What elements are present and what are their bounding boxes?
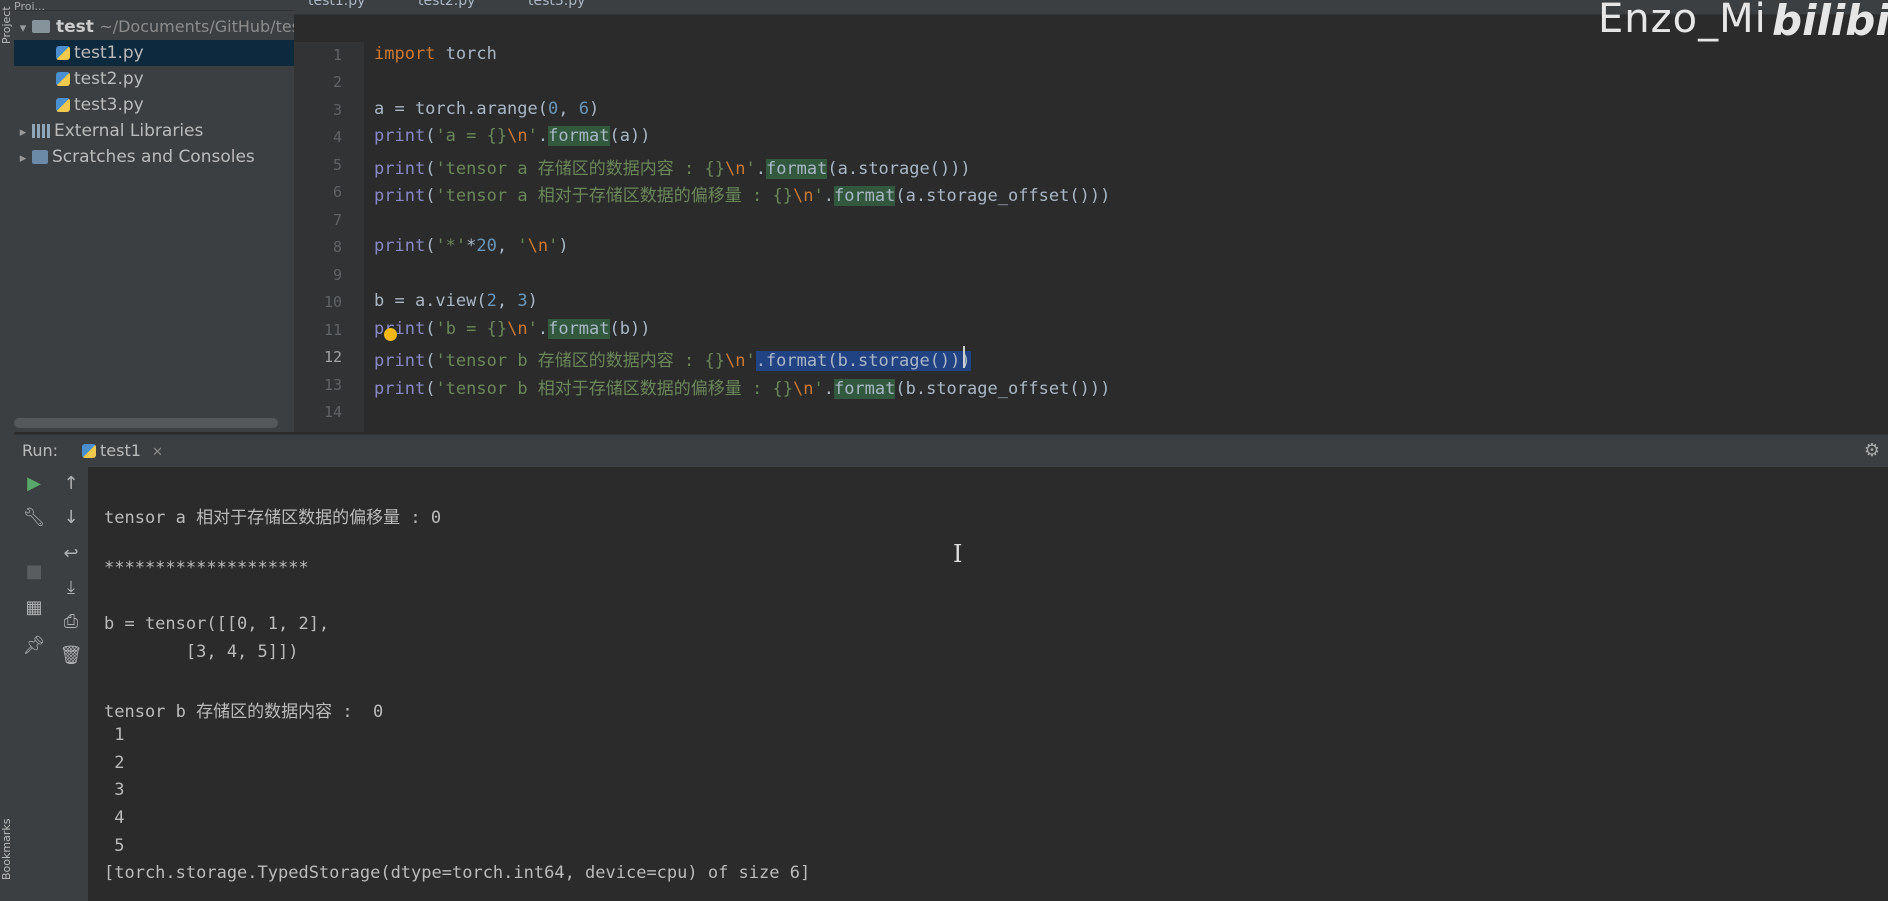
text-cursor-icon: I — [953, 540, 963, 568]
console-line: ******************** — [104, 558, 309, 578]
code-line-8: print('*'*20, '\n') — [374, 236, 569, 256]
text-caret — [963, 346, 965, 368]
python-file-icon — [56, 72, 70, 86]
print-icon[interactable]: ⎙ — [54, 611, 88, 632]
scratches-icon — [32, 150, 48, 164]
console-line: [3, 4, 5]]) — [104, 642, 299, 662]
line-number: 3 — [332, 101, 342, 119]
run-tab-label: test1 — [100, 441, 141, 460]
project-toolbar: Proj... — [14, 0, 294, 11]
tree-item-label: test — [56, 17, 94, 37]
line-number: 7 — [332, 211, 342, 229]
bilibili-logo: bilibili — [1772, 0, 1888, 45]
tree-root-test[interactable]: ▾ test ~/Documents/GitHub/tes — [14, 14, 294, 40]
line-number: 10 — [323, 293, 342, 311]
library-icon — [32, 124, 50, 138]
line-number: 2 — [332, 73, 342, 91]
python-file-icon — [56, 98, 70, 112]
chevron-right-icon[interactable]: ▸ — [14, 146, 32, 172]
tree-item-test3[interactable]: test3.py — [14, 92, 294, 118]
line-number: 6 — [332, 183, 342, 201]
python-icon — [82, 444, 96, 458]
selected-text: .format(b.storage())) — [755, 351, 971, 371]
project-tool-tab[interactable]: Project — [0, 0, 14, 44]
tree-item-external-libraries[interactable]: ▸ External Libraries — [14, 118, 294, 144]
folder-icon — [32, 20, 50, 33]
line-number: 9 — [332, 266, 342, 284]
trash-icon[interactable]: 🗑︎ — [54, 645, 88, 666]
console-line: 1 — [104, 725, 125, 745]
line-number: 14 — [323, 403, 342, 421]
tree-item-label: External Libraries — [54, 121, 204, 141]
line-number: 13 — [323, 376, 342, 394]
console-line: 4 — [104, 808, 125, 828]
chevron-right-icon[interactable]: ▸ — [14, 120, 32, 146]
tab-test3[interactable]: test3.py — [528, 0, 585, 14]
project-toolbar-title[interactable]: Proj... — [14, 0, 45, 10]
tree-item-test2[interactable]: test2.py — [14, 66, 294, 92]
code-line-1: import torch — [374, 44, 497, 64]
line-number-current: 12 — [323, 348, 342, 366]
watermark-text: Enzo_Mi — [1598, 0, 1767, 42]
wrench-icon[interactable]: 🔧︎ — [14, 507, 54, 528]
tree-item-scratches[interactable]: ▸ Scratches and Consoles — [14, 144, 294, 170]
code-line-3: a = torch.arange(0, 6) — [374, 99, 600, 119]
console-line: 5 — [104, 836, 125, 856]
gear-icon[interactable]: ⚙ — [1864, 440, 1880, 461]
tree-item-label: test1.py — [74, 43, 144, 63]
tree-item-label: Scratches and Consoles — [52, 147, 255, 167]
python-file-icon — [56, 46, 70, 60]
lightbulb-icon[interactable] — [384, 328, 397, 341]
code-line-6: print('tensor a 相对于存储区数据的偏移量 : {}\n'.for… — [374, 186, 1111, 206]
project-panel: Proj... ▾ test ~/Documents/GitHub/tes tes… — [14, 0, 294, 432]
arrow-up-icon[interactable]: ↑ — [54, 473, 88, 494]
tree-root-path: ~/Documents/GitHub/tes — [99, 17, 294, 36]
run-toolbar-secondary: ↑ ↓ ↩ ⤓ ⎙ 🗑︎ — [54, 467, 89, 901]
run-tool-window-header: Run: test1 ✕ ⚙ — [14, 434, 1888, 470]
console-line: 2 — [104, 753, 125, 773]
code-editor[interactable]: import torch a = torch.arange(0, 6) prin… — [364, 42, 1888, 432]
bookmarks-tool-tab[interactable]: Bookmarks — [0, 770, 14, 880]
line-number: 5 — [332, 156, 342, 174]
line-number: 11 — [323, 321, 342, 339]
pin-icon[interactable]: 📌︎ — [14, 635, 54, 656]
close-icon[interactable]: ✕ — [152, 445, 163, 460]
tab-test1[interactable]: test1.py — [308, 0, 365, 14]
run-label: Run: — [22, 441, 59, 460]
console-line: tensor b 存储区的数据内容 : 0 — [104, 702, 384, 722]
tree-item-label: test3.py — [74, 95, 144, 115]
tree-item-test1[interactable]: test1.py — [14, 40, 294, 66]
line-number: 8 — [332, 238, 342, 256]
console-line: [torch.storage.TypedStorage(dtype=torch.… — [104, 863, 811, 883]
stop-icon[interactable]: ■ — [14, 561, 54, 582]
line-number: 4 — [332, 128, 342, 146]
code-line-13: print('tensor b 相对于存储区数据的偏移量 : {}\n'.for… — [374, 379, 1111, 399]
project-horizontal-scrollbar[interactable] — [14, 418, 278, 428]
play-icon[interactable]: ▶ — [14, 473, 54, 494]
console-line: 3 — [104, 780, 125, 800]
tree-item-label: test2.py — [74, 69, 144, 89]
run-toolbar-primary: ▶ 🔧︎ ■ ▦ 📌︎ — [14, 467, 54, 901]
layout-icon[interactable]: ▦ — [14, 597, 54, 618]
line-number-gutter: 1 2 3 4 5 6 7 8 9 10 11 12 13 14 — [294, 42, 364, 432]
left-tool-strip: Project Bookmarks — [0, 0, 15, 901]
code-line-5: print('tensor a 存储区的数据内容 : {}\n'.format(… — [374, 159, 971, 179]
scroll-to-end-icon[interactable]: ⤓ — [54, 577, 88, 598]
console-line: tensor a 相对于存储区数据的偏移量 : 0 — [104, 508, 442, 528]
code-line-11: print('b = {}\n'.format(b)) — [374, 319, 651, 339]
run-tab-test1[interactable]: test1 ✕ — [74, 435, 171, 470]
code-line-10: b = a.view(2, 3) — [374, 291, 538, 311]
code-line-4: print('a = {}\n'.format(a)) — [374, 126, 651, 146]
console-output[interactable]: tensor a 相对于存储区数据的偏移量 : 0 **************… — [88, 467, 1888, 901]
line-number: 1 — [332, 46, 342, 64]
soft-wrap-icon[interactable]: ↩ — [54, 543, 88, 564]
console-line: b = tensor([[0, 1, 2], — [104, 614, 330, 634]
arrow-down-icon[interactable]: ↓ — [54, 507, 88, 528]
tab-test2[interactable]: test2.py — [418, 0, 475, 14]
chevron-down-icon[interactable]: ▾ — [14, 16, 32, 42]
code-line-12: print('tensor b 存储区的数据内容 : {}\n'.format(… — [374, 351, 971, 371]
